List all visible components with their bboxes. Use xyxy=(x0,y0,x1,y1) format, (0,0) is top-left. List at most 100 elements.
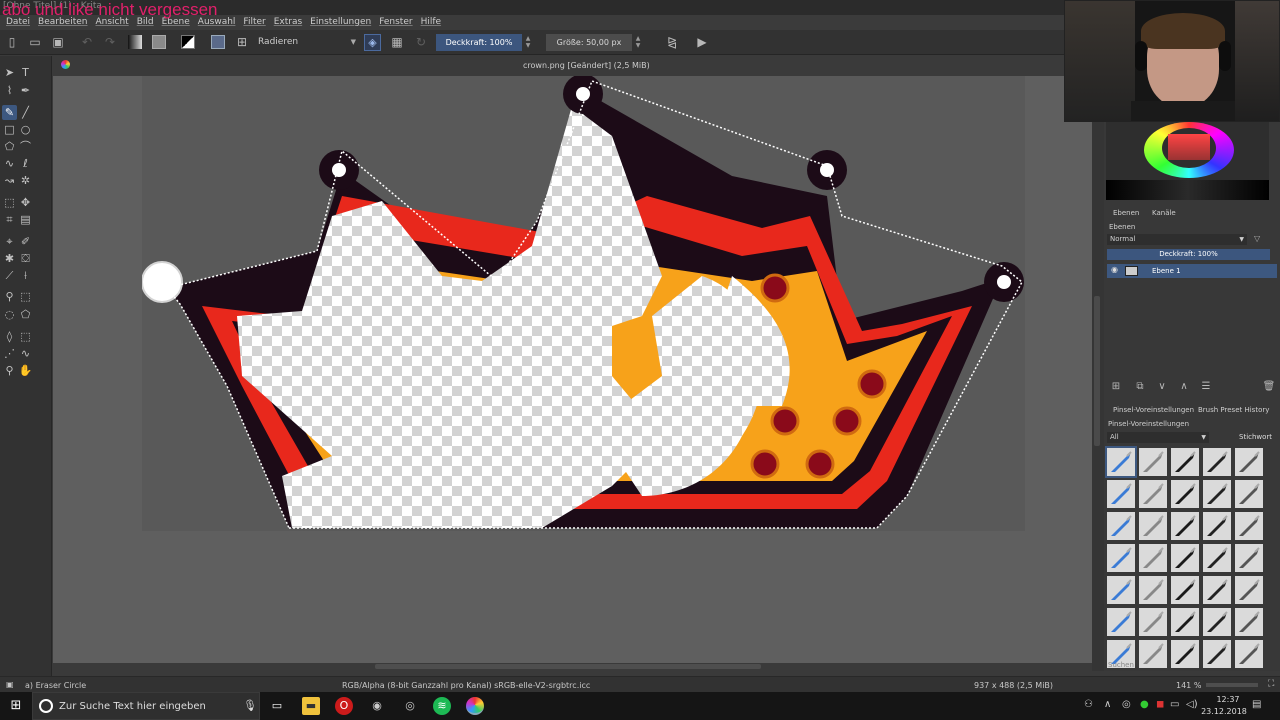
preset-search[interactable]: Suchen xyxy=(1108,661,1134,669)
menu-einstellungen[interactable]: Einstellungen xyxy=(306,15,375,30)
brush-preset-item[interactable] xyxy=(1235,448,1263,476)
move-icon[interactable]: ✥ xyxy=(18,195,33,210)
brush-preset-item[interactable] xyxy=(1171,608,1199,636)
freehand-brush-icon[interactable]: ✎ xyxy=(2,105,17,120)
transform-icon[interactable]: ⬚ xyxy=(2,195,17,210)
microphone-icon[interactable]: 🎙 xyxy=(243,699,257,712)
brush-preset-item[interactable] xyxy=(1203,576,1231,604)
crop-icon[interactable]: ⌗ xyxy=(2,212,17,227)
image-canvas[interactable] xyxy=(142,76,1025,531)
steam-icon[interactable]: ◉ xyxy=(368,697,386,715)
preserve-alpha-icon[interactable]: ▦ xyxy=(389,34,405,50)
polyline-icon[interactable]: ⌒ xyxy=(18,139,33,154)
freehand-select-icon[interactable]: ◊ xyxy=(2,329,17,344)
brush-preset-item[interactable] xyxy=(1203,640,1231,668)
delete-layer-icon[interactable]: 🗑 xyxy=(1261,379,1277,395)
brush-presets-icon[interactable]: ⊞ xyxy=(234,34,250,50)
people-icon[interactable]: ⚇ xyxy=(1084,699,1093,710)
brush-preset-item[interactable] xyxy=(1235,544,1263,572)
rect-select-icon[interactable]: ⬚ xyxy=(18,289,33,304)
tab-brush-presets[interactable]: Pinsel-Voreinstellungen xyxy=(1113,406,1194,414)
brush-preset-item[interactable] xyxy=(1139,448,1167,476)
horizontal-scroll-thumb[interactable] xyxy=(375,664,761,669)
opacity-spin-icon[interactable]: ▲ ▼ xyxy=(524,35,532,49)
polygon-icon[interactable]: ⬠ xyxy=(2,139,17,154)
tab-brush-history[interactable]: Brush Preset History xyxy=(1198,406,1269,414)
filter-icon[interactable]: ▽ xyxy=(1254,234,1260,243)
gradient-icon[interactable] xyxy=(128,35,142,49)
size-spin-icon[interactable]: ▲ ▼ xyxy=(634,35,642,49)
brush-preset-item[interactable] xyxy=(1203,512,1231,540)
ellipse-select-icon[interactable]: ◌ xyxy=(2,307,17,322)
brush-preset-item[interactable] xyxy=(1171,512,1199,540)
vertical-scroll-thumb[interactable] xyxy=(1094,296,1100,446)
zoom-slider[interactable] xyxy=(1206,683,1258,687)
spotify-icon[interactable]: ≋ xyxy=(433,697,451,715)
brush-preset-item[interactable] xyxy=(1203,608,1231,636)
file-explorer-icon[interactable]: ▬ xyxy=(302,697,320,715)
brush-preset-item[interactable] xyxy=(1171,448,1199,476)
mirror-vertical-icon[interactable]: ▶ xyxy=(694,34,710,50)
move-layer-down-icon[interactable]: ∨ xyxy=(1154,379,1170,395)
brush-preset-item[interactable] xyxy=(1107,480,1135,508)
brush-preset-item[interactable] xyxy=(1235,512,1263,540)
brush-preset-item[interactable] xyxy=(1235,640,1263,668)
duplicate-layer-icon[interactable]: ⧉ xyxy=(1132,379,1148,395)
freehand-path-icon[interactable]: ℓ xyxy=(18,156,33,171)
obs-icon[interactable]: ◎ xyxy=(401,697,419,715)
eraser-mode-icon[interactable] xyxy=(211,35,225,49)
eraser-toggle-button[interactable]: ◈ xyxy=(364,34,381,51)
brush-preset-item[interactable] xyxy=(1235,576,1263,604)
opera-icon[interactable]: O xyxy=(335,697,353,715)
reload-preset-icon[interactable]: ↻ xyxy=(413,34,429,50)
krita-taskbar-icon[interactable] xyxy=(466,697,484,715)
new-document-icon[interactable]: ▯ xyxy=(4,34,20,50)
brush-preset-item[interactable] xyxy=(1171,544,1199,572)
canvas-area[interactable] xyxy=(53,76,1092,663)
steam-tray-icon[interactable]: ◎ xyxy=(1122,699,1131,710)
vertical-scrollbar[interactable] xyxy=(1092,56,1104,671)
save-icon[interactable]: ▣ xyxy=(50,34,66,50)
windows-start-icon[interactable]: ⊞ xyxy=(7,697,25,715)
action-center-icon[interactable]: ▤ xyxy=(1252,699,1261,710)
undo-icon[interactable]: ↶ xyxy=(79,34,95,50)
pattern-icon[interactable] xyxy=(152,35,166,49)
chevron-up-icon[interactable]: ∧ xyxy=(1104,699,1111,710)
brush-preset-item[interactable] xyxy=(1235,480,1263,508)
similar-select-icon[interactable]: ⋰ xyxy=(2,346,17,361)
clock-time[interactable]: 12:37 xyxy=(1212,695,1244,704)
contiguous-select-icon[interactable]: ⬚ xyxy=(18,329,33,344)
color-picker-icon[interactable]: ⌖ xyxy=(2,234,17,249)
bezier-icon[interactable]: ∿ xyxy=(2,156,17,171)
brush-preset-item[interactable] xyxy=(1235,608,1263,636)
line-icon[interactable]: ╱ xyxy=(18,105,33,120)
brush-preset-item[interactable] xyxy=(1107,608,1135,636)
color-selector[interactable] xyxy=(1106,116,1269,200)
preset-filter-combo[interactable]: All ▼ xyxy=(1107,432,1209,443)
dynamic-brush-icon[interactable]: ↝ xyxy=(2,173,17,188)
select-shapes-icon[interactable]: ➤ xyxy=(2,65,17,80)
bezier-select-icon[interactable]: ∿ xyxy=(18,346,33,361)
edit-shapes-icon[interactable]: ⌇ xyxy=(2,83,17,98)
gradient-fill-icon[interactable]: ▤ xyxy=(18,212,33,227)
measure-icon[interactable]: ⟊ xyxy=(18,268,33,283)
pan-icon[interactable]: ✋ xyxy=(18,363,33,378)
brush-preset-item[interactable] xyxy=(1107,576,1135,604)
zoom-icon[interactable]: ⚲ xyxy=(2,363,17,378)
nvidia-tray-icon[interactable]: ● xyxy=(1140,699,1149,710)
antivirus-tray-icon[interactable]: ◼ xyxy=(1156,699,1164,710)
layer-opacity-slider[interactable]: Deckkraft: 100% xyxy=(1107,249,1270,260)
brush-preset-item[interactable] xyxy=(1171,576,1199,604)
mirror-horizontal-icon[interactable]: ⧎ xyxy=(664,34,680,50)
tab-kanaele[interactable]: Kanäle xyxy=(1152,209,1176,217)
brush-preset-item[interactable] xyxy=(1203,448,1231,476)
fullscreen-icon[interactable]: ⛶ xyxy=(1268,679,1274,689)
polygon-select-icon[interactable]: ⬠ xyxy=(18,307,33,322)
menu-fenster[interactable]: Fenster xyxy=(375,15,416,30)
brush-preset-item[interactable] xyxy=(1139,480,1167,508)
redo-icon[interactable]: ↷ xyxy=(102,34,118,50)
brush-preset-item[interactable] xyxy=(1139,512,1167,540)
brush-preset-item[interactable] xyxy=(1139,544,1167,572)
brush-preset-item[interactable] xyxy=(1203,544,1231,572)
ellipse-icon[interactable]: ○ xyxy=(18,122,33,137)
